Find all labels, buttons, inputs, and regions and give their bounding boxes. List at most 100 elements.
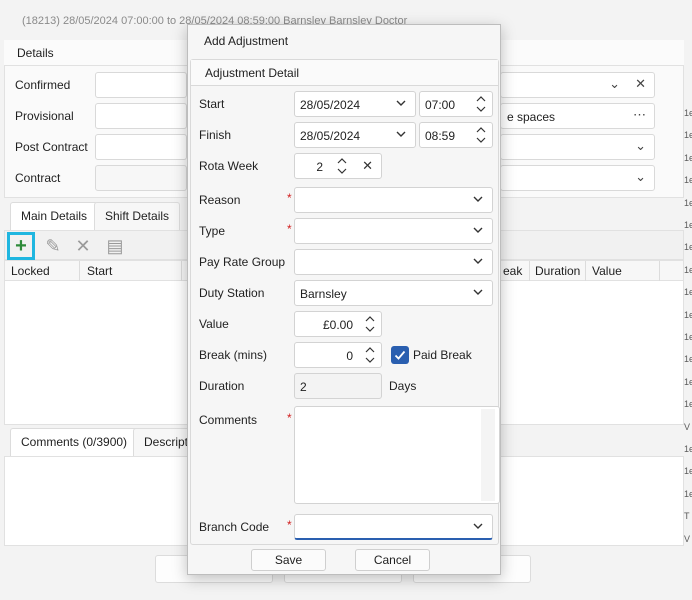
edit-icon[interactable]: ✎ xyxy=(39,232,67,260)
contract-field xyxy=(95,165,187,191)
column-locked[interactable]: Locked xyxy=(11,264,50,278)
start-label: Start xyxy=(199,97,225,111)
comments-textarea[interactable] xyxy=(294,406,500,504)
tab-comments[interactable]: Comments (0/3900) xyxy=(10,428,139,456)
spinner-arrows-icon[interactable] xyxy=(365,344,375,366)
rota-week-value: 2 xyxy=(316,160,323,174)
clear-icon[interactable]: ✕ xyxy=(362,158,373,174)
finish-time-spinner[interactable]: 08:59 xyxy=(419,122,493,148)
edge-fragment: V xyxy=(684,421,691,432)
finish-date-picker[interactable]: 28/05/2024 xyxy=(294,122,416,148)
provisional-field[interactable] xyxy=(95,103,187,129)
finish-time-value: 08:59 xyxy=(425,129,456,143)
paid-break-checkbox[interactable] xyxy=(391,346,409,364)
contract-label: Contract xyxy=(15,171,61,185)
edge-fragment: 1e xyxy=(684,264,692,275)
edge-fragment: T xyxy=(684,511,690,522)
duty-station-label: Duty Station xyxy=(199,286,265,300)
spinner-arrows-icon[interactable] xyxy=(365,313,375,335)
edge-fragment: 1e xyxy=(684,242,692,253)
edge-fragment: 1e xyxy=(684,175,692,186)
duration-label: Duration xyxy=(199,379,245,393)
edge-fragment: 1e xyxy=(684,399,692,410)
tab-main-details[interactable]: Main Details xyxy=(10,202,99,230)
required-marker: * xyxy=(287,411,292,425)
break-mins-spinner[interactable]: 0 xyxy=(294,342,382,368)
value-spinner[interactable]: £0.00 xyxy=(294,311,382,337)
chevron-down-icon xyxy=(396,131,406,137)
chevron-down-icon xyxy=(473,196,483,202)
break-mins-value: 0 xyxy=(346,349,353,363)
start-date-picker[interactable]: 28/05/2024 xyxy=(294,91,416,117)
break-mins-label: Break (mins) xyxy=(199,348,268,362)
required-marker: * xyxy=(287,518,292,532)
chevron-down-icon: ⌄ xyxy=(609,76,620,91)
post-contract-field[interactable] xyxy=(95,134,187,160)
chevron-down-icon: ⌄ xyxy=(635,169,646,184)
column-value[interactable]: Value xyxy=(592,264,622,278)
edge-fragment: 1e xyxy=(684,130,692,141)
comments-scrollbar[interactable] xyxy=(481,409,495,501)
post-contract-label: Post Contract xyxy=(15,140,88,154)
add-adjustment-dialog: Add Adjustment Adjustment Detail Start 2… xyxy=(187,24,501,575)
duration-field: 2 xyxy=(294,373,382,399)
required-marker: * xyxy=(287,222,292,236)
confirmed-label: Confirmed xyxy=(15,78,71,92)
checkmark-icon xyxy=(394,350,406,360)
contract-dropdown[interactable]: ⌄ xyxy=(500,165,655,191)
required-marker: * xyxy=(287,191,292,205)
add-icon[interactable]: + xyxy=(7,232,35,260)
confirmed-dropdown[interactable]: ⌄ ✕ xyxy=(500,72,655,98)
edge-fragment: 1e xyxy=(684,376,692,387)
spinner-arrows-icon[interactable] xyxy=(337,155,347,177)
start-time-spinner[interactable]: 07:00 xyxy=(419,91,493,117)
branch-code-dropdown[interactable] xyxy=(294,514,493,540)
finish-date-value: 28/05/2024 xyxy=(300,129,361,143)
edge-fragment: 1e xyxy=(684,309,692,320)
finish-label: Finish xyxy=(199,128,232,142)
post-contract-dropdown[interactable]: ⌄ xyxy=(500,134,655,160)
tab-shift-details[interactable]: Shift Details xyxy=(94,202,181,230)
print-icon[interactable]: ▤ xyxy=(101,232,129,260)
duty-station-value: Barnsley xyxy=(300,287,347,301)
ellipsis-icon[interactable]: ⋯ xyxy=(633,107,646,123)
delete-icon[interactable]: ✕ xyxy=(69,232,97,260)
cancel-button[interactable]: Cancel xyxy=(355,549,430,571)
reason-dropdown[interactable] xyxy=(294,187,493,213)
duration-value: 2 xyxy=(300,380,307,394)
edge-fragment: 1e xyxy=(684,108,692,118)
chevron-down-icon xyxy=(473,523,483,529)
save-button[interactable]: Save xyxy=(251,549,326,571)
confirmed-field[interactable] xyxy=(95,72,187,98)
paid-break-label[interactable]: Paid Break xyxy=(413,348,472,362)
value-label: Value xyxy=(199,317,229,331)
duty-station-dropdown[interactable]: Barnsley xyxy=(294,280,493,306)
reason-label: Reason xyxy=(199,193,241,207)
provisional-label: Provisional xyxy=(15,109,74,123)
edge-fragment: 1e xyxy=(684,220,692,230)
spinner-arrows-icon[interactable] xyxy=(476,124,486,146)
dialog-title: Add Adjustment xyxy=(204,34,289,48)
edge-fragment: 1e xyxy=(684,354,692,365)
provisional-lookup[interactable]: e spaces ⋯ xyxy=(500,103,655,129)
pay-rate-group-dropdown[interactable] xyxy=(294,249,493,275)
adjustment-detail-title: Adjustment Detail xyxy=(205,66,300,80)
column-break[interactable]: eak xyxy=(503,264,522,278)
edge-fragment: 1e xyxy=(684,466,692,477)
type-label: Type xyxy=(199,224,226,238)
rota-week-label: Rota Week xyxy=(199,159,259,173)
spinner-arrows-icon[interactable] xyxy=(476,93,486,115)
rota-week-spinner[interactable]: 2 ✕ xyxy=(294,153,382,179)
chevron-down-icon xyxy=(473,258,483,264)
adjustment-detail-header: Adjustment Detail xyxy=(191,60,498,86)
column-duration[interactable]: Duration xyxy=(535,264,580,278)
chevron-down-icon xyxy=(473,227,483,233)
provisional-lookup-text: e spaces xyxy=(507,110,556,124)
duration-unit: Days xyxy=(389,379,417,393)
type-dropdown[interactable] xyxy=(294,218,493,244)
column-start[interactable]: Start xyxy=(87,264,112,278)
value-amount: £0.00 xyxy=(322,318,353,332)
chevron-down-icon: ⌄ xyxy=(635,138,646,153)
edge-fragment: 1e xyxy=(684,444,692,454)
clear-icon[interactable]: ✕ xyxy=(635,76,646,92)
